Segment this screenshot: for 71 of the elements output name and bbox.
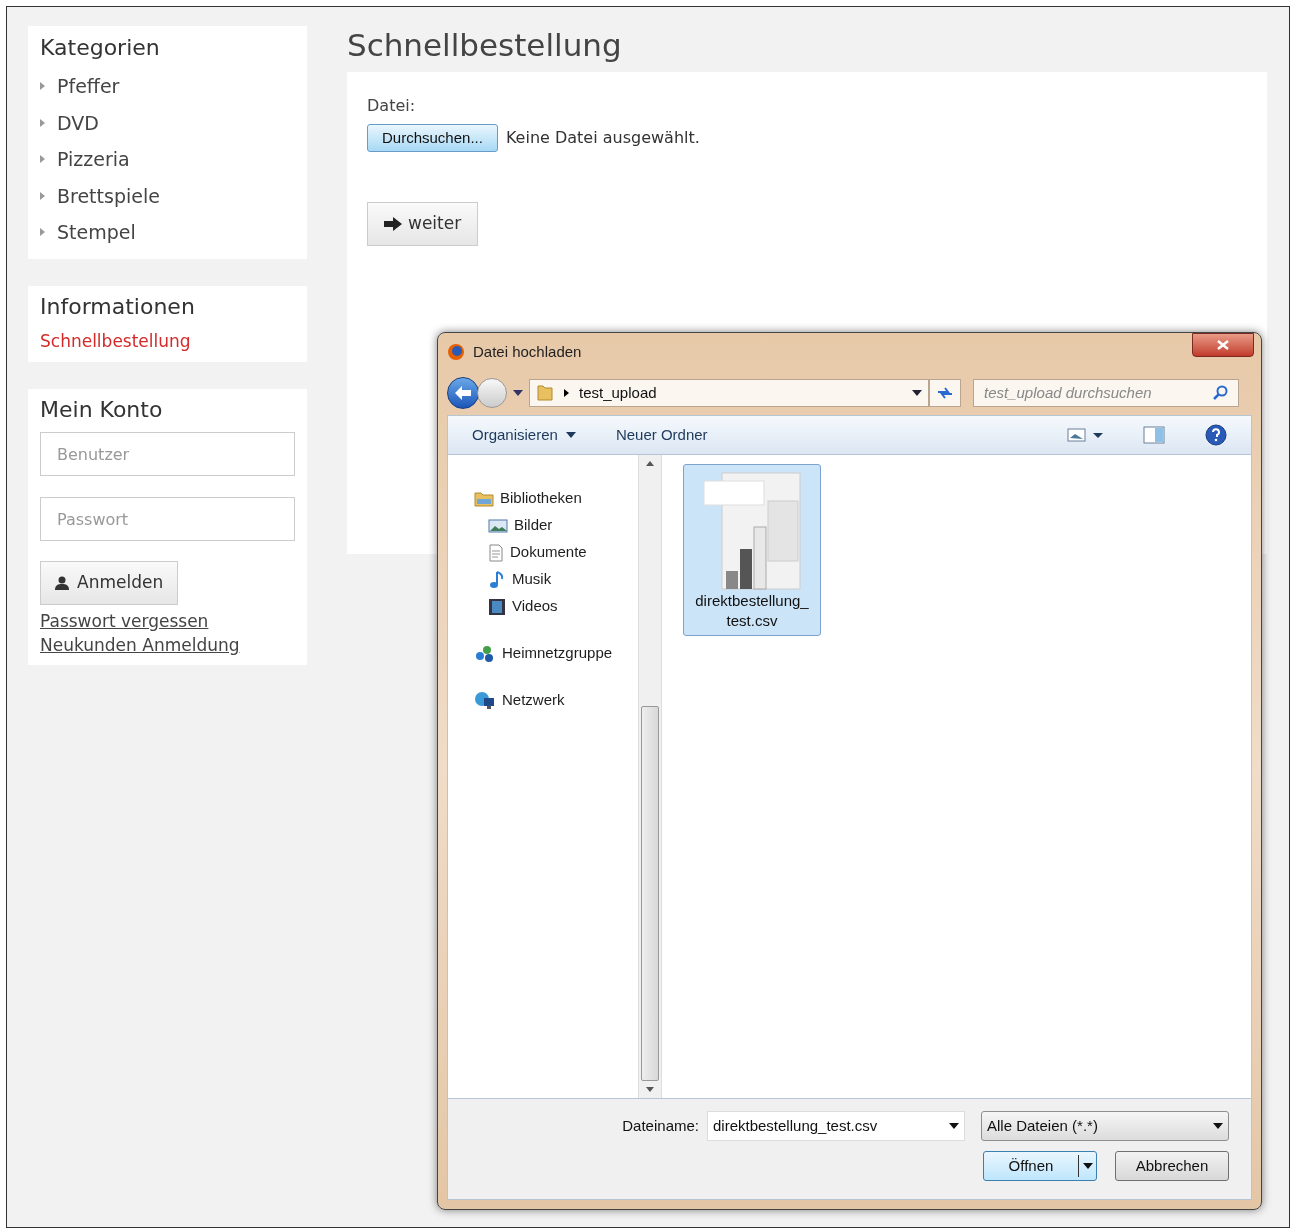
music-note-icon: [488, 569, 506, 590]
help-icon[interactable]: [1205, 424, 1227, 446]
open-button[interactable]: Öffnen: [983, 1151, 1097, 1181]
filename-field[interactable]: direktbestellung_test.csv: [707, 1111, 965, 1141]
toolbar-button[interactable]: Neuer Ordner: [615, 423, 708, 447]
caret-icon: [565, 432, 576, 438]
category-link[interactable]: Brettspiele: [57, 181, 160, 210]
category-link[interactable]: Pfeffer: [57, 72, 120, 101]
nav-item[interactable]: Videos: [448, 593, 638, 620]
homegroup-icon: [474, 643, 496, 664]
filter-select[interactable]: Alle Dateien (*.*): [981, 1111, 1229, 1141]
document-icon: [488, 543, 504, 562]
image-icon: [488, 517, 508, 534]
toolbar-button[interactable]: Organisieren: [472, 423, 576, 447]
caret-icon: [1082, 1163, 1093, 1169]
nav-item[interactable]: Heimnetzgruppe: [448, 640, 638, 667]
triangle-icon: [40, 82, 45, 91]
panel-title: Kategorien: [40, 34, 161, 62]
user-icon: [55, 576, 69, 590]
panel-title: Mein Konto: [40, 396, 164, 424]
scroll-thumb[interactable]: [641, 706, 659, 1081]
triangle-icon: [40, 228, 45, 237]
username-field[interactable]: Benutzer: [40, 432, 295, 476]
panel-title: Informationen: [40, 292, 196, 321]
field-label: Datei:: [367, 95, 417, 117]
browser-logo-icon: [447, 343, 465, 361]
browse-button[interactable]: Durchsuchen...: [367, 124, 498, 152]
caret-icon: [513, 390, 523, 396]
address-bar[interactable]: test_upload: [529, 379, 929, 407]
scroll-down-icon: [646, 1087, 654, 1092]
spreadsheet-icon: [702, 471, 802, 591]
caret-icon: [949, 1123, 959, 1129]
back-button[interactable]: [447, 377, 479, 409]
nav-item[interactable]: Netzwerk: [448, 687, 638, 714]
info-link[interactable]: Schnellbestellung: [40, 328, 295, 354]
file-item[interactable]: direktbestellung_ test.csv: [683, 464, 821, 636]
chevron-right-icon: [564, 389, 569, 397]
filename-label: Dateiname:: [622, 1115, 699, 1136]
category-link[interactable]: DVD: [57, 108, 99, 137]
caret-icon: [912, 390, 922, 396]
view-icon[interactable]: [1067, 427, 1103, 443]
refresh-button[interactable]: [929, 379, 961, 407]
triangle-icon: [40, 155, 45, 164]
window-title: Datei hochladen: [473, 341, 582, 362]
close-button[interactable]: [1192, 333, 1254, 357]
password-field[interactable]: Passwort: [40, 497, 295, 541]
caret-icon: [1213, 1123, 1223, 1129]
nav-item[interactable]: Bibliotheken: [448, 485, 638, 512]
category-link[interactable]: Stempel: [57, 218, 136, 247]
category-link[interactable]: Pizzeria: [57, 145, 130, 174]
folder-icon: [536, 384, 554, 402]
no-file-text: Keine Datei ausgewählt.: [505, 127, 700, 149]
page-title: Schnellbestellung: [347, 26, 623, 64]
nav-item[interactable]: Bilder: [448, 512, 638, 539]
arrow-right-icon: [384, 217, 402, 231]
network-icon: [474, 690, 496, 711]
cancel-button[interactable]: Abbrechen: [1115, 1151, 1229, 1181]
scroll-up-icon: [646, 461, 654, 466]
next-button[interactable]: weiter: [367, 202, 479, 246]
account-link[interactable]: Passwort vergessen: [40, 609, 209, 633]
triangle-icon: [40, 118, 45, 127]
nav-item[interactable]: Musik: [448, 566, 638, 593]
close-icon: [1217, 340, 1229, 350]
account-link[interactable]: Neukunden Anmeldung: [40, 633, 240, 657]
search-icon: [1212, 385, 1228, 401]
folder-icon: [474, 489, 494, 508]
nav-item[interactable]: Dokumente: [448, 539, 638, 566]
arrow-left-icon: [455, 386, 471, 400]
login-button[interactable]: Anmelden: [40, 561, 179, 605]
triangle-icon: [40, 191, 45, 200]
scrollbar[interactable]: [638, 455, 662, 1098]
